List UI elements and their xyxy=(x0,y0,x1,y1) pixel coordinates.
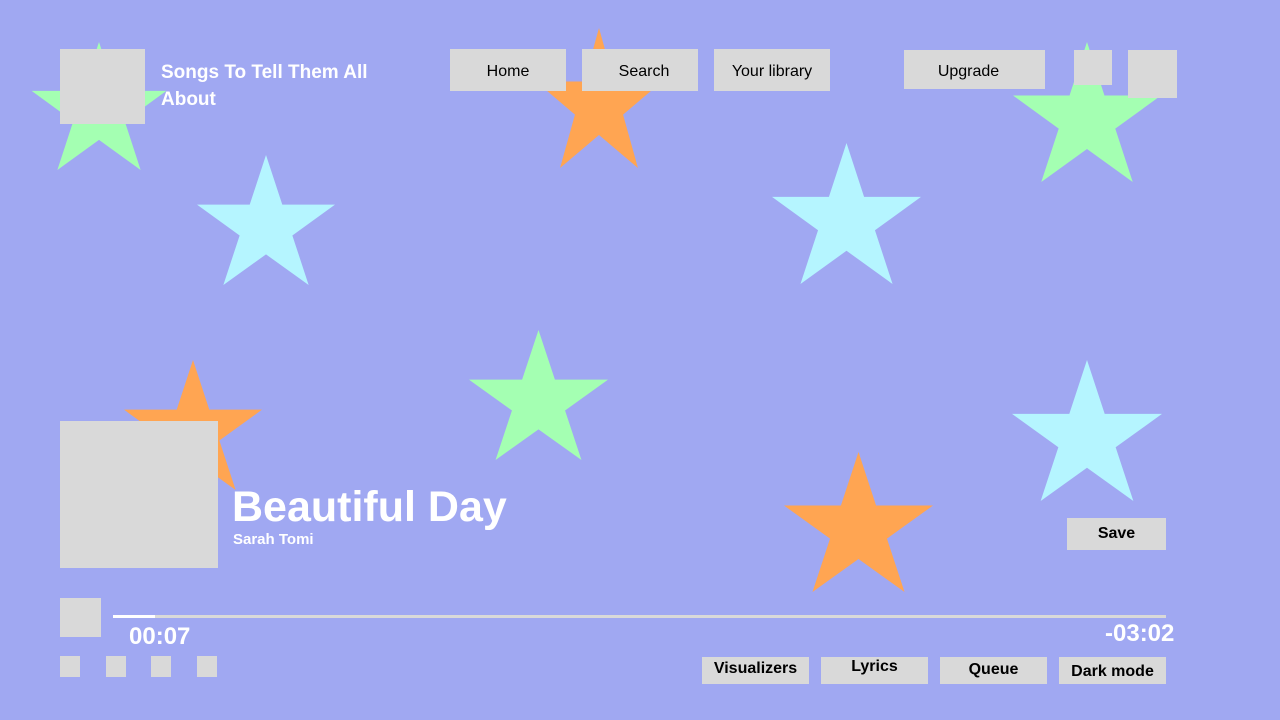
visualizers-button[interactable]: Visualizers xyxy=(702,657,809,684)
play-pause-button[interactable] xyxy=(60,598,101,637)
elapsed-time: 00:07 xyxy=(129,623,191,650)
queue-button[interactable]: Queue xyxy=(940,657,1047,684)
artist-name[interactable]: Sarah Tomi xyxy=(233,531,314,549)
logo-icon[interactable] xyxy=(60,49,145,124)
repeat-button[interactable] xyxy=(197,656,217,677)
album-art xyxy=(60,421,218,568)
search-button[interactable]: Search xyxy=(582,49,698,91)
previous-button[interactable] xyxy=(106,656,126,677)
remaining-time: -03:02 xyxy=(1105,620,1175,647)
song-title: Beautiful Day xyxy=(232,483,507,531)
save-button[interactable]: Save xyxy=(1067,518,1166,550)
lyrics-button[interactable]: Lyrics xyxy=(821,657,928,684)
star-decoration xyxy=(469,330,608,460)
upgrade-button[interactable]: Upgrade xyxy=(904,50,1045,89)
home-button[interactable]: Home xyxy=(450,49,566,91)
star-decoration xyxy=(1012,360,1162,501)
playlist-title: Songs To Tell Them All About xyxy=(161,62,368,110)
star-decoration xyxy=(772,143,921,284)
progress-fill xyxy=(113,615,156,618)
player-screen: Songs To Tell Them All About Home Search… xyxy=(0,0,1280,720)
profile-avatar[interactable] xyxy=(1128,50,1177,98)
library-button[interactable]: Your library xyxy=(714,49,830,91)
star-decoration xyxy=(784,452,933,592)
star-decoration xyxy=(197,155,335,285)
progress-bar[interactable] xyxy=(113,615,1166,618)
dark-mode-button[interactable]: Dark mode xyxy=(1059,657,1166,684)
next-button[interactable] xyxy=(151,656,171,677)
notifications-icon[interactable] xyxy=(1074,50,1112,85)
shuffle-button[interactable] xyxy=(60,656,80,677)
